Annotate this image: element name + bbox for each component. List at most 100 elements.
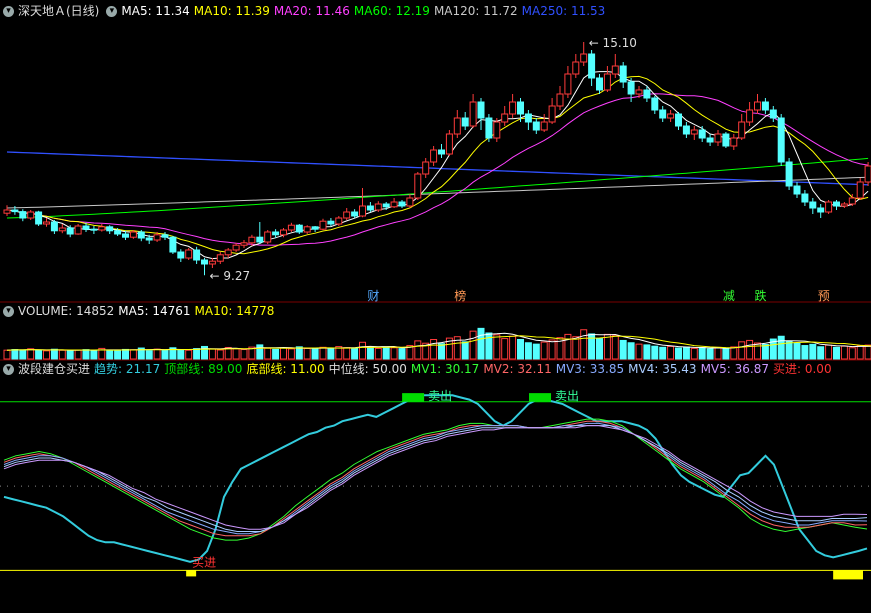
candle-body xyxy=(785,161,793,187)
candle-body xyxy=(390,201,398,208)
candle xyxy=(477,98,485,130)
candle xyxy=(366,202,374,212)
volume-bar xyxy=(848,347,856,360)
ma60-line xyxy=(6,157,869,219)
candle-body xyxy=(406,197,414,207)
volume-bar xyxy=(580,329,588,360)
volume-bar xyxy=(698,347,706,360)
volume-bar xyxy=(864,344,871,360)
candle xyxy=(414,172,422,200)
volume-bar xyxy=(114,349,122,360)
candle-body xyxy=(517,101,524,115)
sell-marker xyxy=(529,393,552,402)
volume-bar xyxy=(240,349,248,360)
candle xyxy=(177,249,185,262)
candle xyxy=(809,198,817,214)
volume-bar xyxy=(359,341,366,360)
price-pane: ← 15.10 ← 9.27 财 榜 减 跌 预 xyxy=(3,36,871,303)
candle-body xyxy=(675,113,682,127)
volume-bar xyxy=(11,349,19,360)
candle-body xyxy=(556,93,564,107)
candle-body xyxy=(501,113,509,123)
candle-body xyxy=(540,121,548,131)
volume-bar xyxy=(833,346,840,360)
candle-body xyxy=(201,259,208,265)
event-tag: 减 xyxy=(723,289,735,303)
candle-body xyxy=(738,121,746,139)
candle xyxy=(50,220,58,234)
volume-bar xyxy=(303,348,311,360)
volume-bar xyxy=(3,349,11,360)
candle xyxy=(675,112,682,130)
candle xyxy=(817,204,825,218)
volume-bar xyxy=(374,347,382,360)
volume-bar xyxy=(809,343,817,360)
candle-body xyxy=(114,230,122,235)
candle xyxy=(185,248,193,260)
candle xyxy=(303,225,311,234)
candle-body xyxy=(280,229,287,236)
volume-pane xyxy=(3,327,871,360)
candle xyxy=(540,114,548,132)
ma20-line xyxy=(6,93,869,246)
volume-bar xyxy=(675,347,682,360)
volume-bar xyxy=(264,347,272,360)
candle-body xyxy=(295,224,303,233)
candle xyxy=(438,144,445,158)
candle-body xyxy=(596,77,603,91)
candle-body xyxy=(619,65,627,83)
volume-bar xyxy=(343,347,351,360)
candle xyxy=(359,188,366,218)
candle-body xyxy=(840,203,848,207)
volume-bar xyxy=(714,346,722,360)
volume-bar xyxy=(667,345,675,360)
volume-bar xyxy=(66,350,74,360)
candle-body xyxy=(98,226,106,231)
sell-marker xyxy=(402,393,425,402)
candle xyxy=(706,134,714,146)
candle-body xyxy=(272,231,280,236)
volume-bar xyxy=(690,347,698,360)
candle xyxy=(793,182,801,198)
chart-canvas[interactable]: ← 15.10 ← 9.27 财 榜 减 跌 预 卖出 卖出买进 xyxy=(0,0,871,613)
volume-bar xyxy=(216,349,224,360)
candle-body xyxy=(74,225,82,235)
volume-bar xyxy=(27,348,35,360)
volume-bar xyxy=(82,349,90,360)
volume-bar xyxy=(524,342,532,360)
candle-body xyxy=(43,221,50,225)
volume-bar xyxy=(659,346,667,360)
candle xyxy=(524,110,532,130)
volume-bar xyxy=(327,348,335,360)
volume-bar xyxy=(651,345,659,360)
indicator-pane: 卖出 卖出买进 xyxy=(0,389,871,580)
candle xyxy=(611,54,619,78)
volume-bar xyxy=(58,349,66,360)
candle xyxy=(485,114,493,142)
volume-bar xyxy=(564,333,572,360)
volume-bar xyxy=(785,340,793,360)
candle-body xyxy=(722,133,730,147)
candle xyxy=(730,134,738,150)
candle xyxy=(651,96,659,114)
volume-bar xyxy=(746,339,754,360)
candle-body xyxy=(50,221,58,232)
candle-body xyxy=(817,207,825,213)
candle-body xyxy=(35,211,43,225)
candle xyxy=(801,190,809,206)
volume-bar xyxy=(469,330,477,360)
candle-body xyxy=(485,117,493,139)
volume-bar xyxy=(50,348,58,360)
candle xyxy=(201,258,208,276)
volume-bar xyxy=(572,336,580,360)
candle xyxy=(714,130,722,146)
volume-bar xyxy=(319,346,327,360)
candle-body xyxy=(548,105,556,123)
candle-body xyxy=(208,260,216,265)
event-tag: 财 xyxy=(367,289,379,303)
volume-bar xyxy=(817,346,825,360)
candle xyxy=(74,224,82,235)
volume-bar xyxy=(153,348,161,360)
candle xyxy=(43,218,50,227)
candle xyxy=(548,98,556,124)
